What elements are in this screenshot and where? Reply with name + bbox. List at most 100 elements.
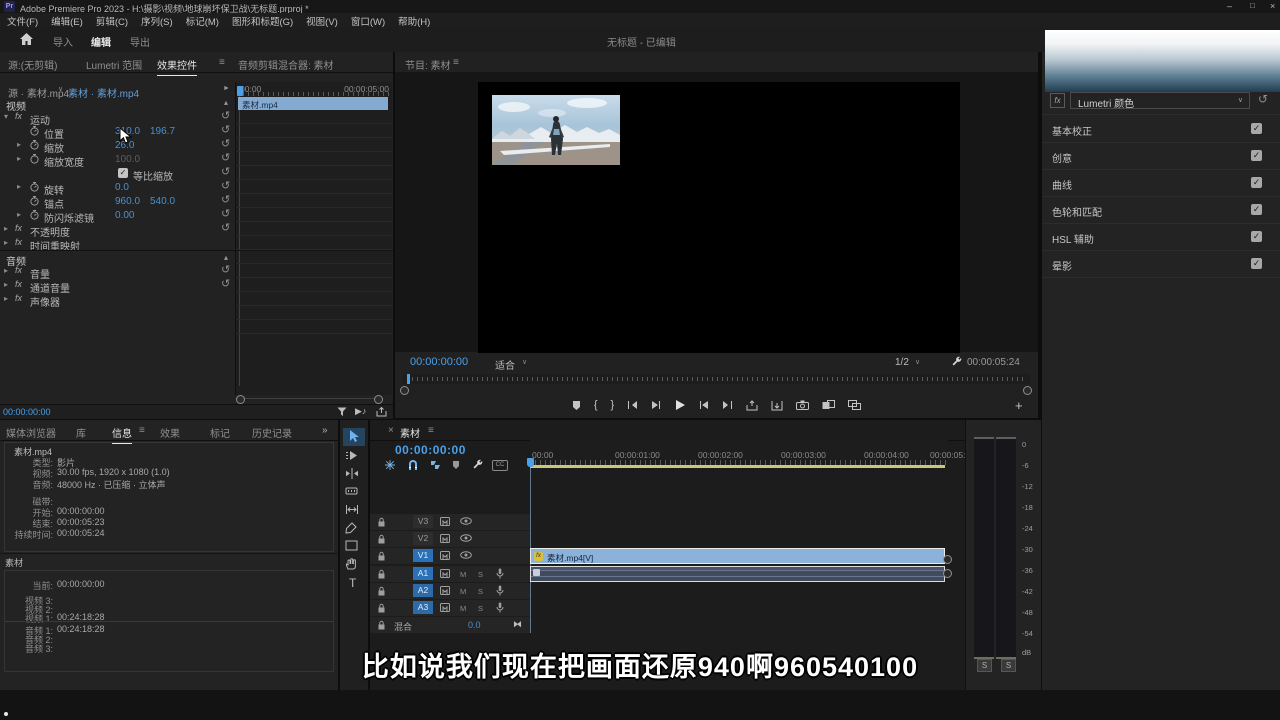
tab-sequence[interactable]: 素材: [400, 425, 420, 440]
reset-icon[interactable]: ↺: [221, 139, 230, 149]
section-audio[interactable]: 音频 ▴: [0, 250, 393, 265]
panel-menu-icon[interactable]: ≡: [453, 57, 459, 68]
reset-icon[interactable]: ↺: [221, 223, 230, 233]
track-header-a2[interactable]: A2 M S: [370, 583, 530, 599]
position-y-value[interactable]: 196.7: [150, 126, 175, 137]
lock-icon[interactable]: [377, 517, 386, 527]
comparison-view-icon[interactable]: [822, 400, 835, 410]
track-name-cell[interactable]: A1: [413, 567, 433, 580]
track-name-cell[interactable]: A2: [413, 584, 433, 597]
param-uniform-scale[interactable]: ✓ 等比缩放 ↺: [0, 166, 234, 180]
track-name-cell[interactable]: A3: [413, 601, 433, 614]
ripple-edit-tool[interactable]: [345, 468, 363, 484]
go-to-out-icon[interactable]: [722, 400, 733, 410]
rectangle-tool[interactable]: [345, 540, 363, 556]
stopwatch-icon[interactable]: [30, 182, 39, 192]
reset-icon[interactable]: ↺: [221, 209, 230, 219]
expand-caret-icon[interactable]: ▾: [4, 112, 8, 121]
voiceover-mic-icon[interactable]: [496, 585, 504, 596]
mark-in-icon[interactable]: {: [594, 399, 598, 411]
stopwatch-icon[interactable]: [30, 196, 39, 206]
tab-effects[interactable]: 效果: [160, 425, 180, 440]
solo-button[interactable]: S: [478, 587, 483, 596]
minimize-button[interactable]: –: [1227, 1, 1232, 11]
solo-button[interactable]: S: [478, 570, 483, 579]
chevron-down-icon[interactable]: ∨: [58, 85, 63, 93]
sync-lock-icon[interactable]: [440, 534, 450, 543]
fit-dropdown[interactable]: 适合: [495, 357, 515, 372]
expand-caret-icon[interactable]: ▸: [4, 280, 8, 289]
track-visibility-eye-icon[interactable]: [460, 534, 472, 542]
track-header-a1[interactable]: A1 M S: [370, 566, 530, 582]
filter-icon[interactable]: [337, 407, 347, 417]
collapse-icon[interactable]: ▴: [224, 98, 228, 107]
lumetri-section-creative[interactable]: 创意 ✓: [1042, 142, 1280, 170]
lane-zoom-handle-left[interactable]: [236, 395, 245, 404]
reset-icon[interactable]: ↺: [221, 111, 230, 121]
lock-icon[interactable]: [377, 586, 386, 596]
lumetri-section-curves[interactable]: 曲线 ✓: [1042, 169, 1280, 197]
expand-caret-icon[interactable]: ▸: [17, 182, 21, 191]
rotation-value[interactable]: 0.0: [115, 182, 129, 193]
add-marker-icon[interactable]: [572, 400, 581, 411]
reset-icon[interactable]: ↺: [221, 195, 230, 205]
lumetri-section-hsl[interactable]: HSL 辅助 ✓: [1042, 223, 1280, 251]
close-button[interactable]: ×: [1270, 1, 1275, 11]
play-button[interactable]: [674, 399, 686, 411]
program-video-frame[interactable]: [478, 82, 960, 353]
maximize-button[interactable]: □: [1250, 1, 1255, 10]
audio-clip[interactable]: [530, 566, 945, 582]
uniform-scale-checkbox[interactable]: ✓: [118, 168, 128, 178]
track-select-forward-tool[interactable]: [345, 450, 363, 466]
lumetri-section-basic[interactable]: 基本校正 ✓: [1042, 115, 1280, 143]
reset-icon[interactable]: ↺: [221, 279, 230, 289]
mix-volume-value[interactable]: 0.0: [468, 620, 481, 630]
overflow-tabs-icon[interactable]: »: [322, 425, 328, 436]
lane-zoom-handle-right[interactable]: [374, 395, 383, 404]
mute-button[interactable]: M: [460, 570, 466, 579]
expand-caret-icon[interactable]: ▸: [4, 224, 8, 233]
tab-export[interactable]: 导出: [130, 34, 150, 49]
program-playhead[interactable]: [407, 374, 410, 384]
multicam-icon[interactable]: [848, 400, 861, 410]
solo-button[interactable]: S: [478, 604, 483, 613]
section-enabled-checkbox[interactable]: ✓: [1251, 258, 1262, 269]
type-tool[interactable]: T: [345, 576, 367, 592]
tab-media-browser[interactable]: 媒体浏览器: [6, 425, 56, 440]
settings-wrench-icon[interactable]: [951, 356, 962, 367]
mark-out-icon[interactable]: }: [611, 399, 615, 411]
add-marker-icon[interactable]: [452, 460, 460, 470]
tab-history[interactable]: 历史记录: [252, 425, 292, 440]
anchor-x-value[interactable]: 960.0: [115, 196, 140, 207]
lock-icon[interactable]: [377, 620, 386, 630]
track-header-mix[interactable]: 混合 0.0 ⧓: [370, 617, 530, 633]
snap-magnet-icon[interactable]: [408, 460, 418, 470]
track-header-v2[interactable]: V2: [370, 531, 530, 547]
track-name-cell[interactable]: V2: [413, 532, 433, 545]
lane-toggle-icon[interactable]: ►: [223, 85, 230, 92]
param-position[interactable]: 位置 310.0 196.7 ↺: [0, 124, 234, 138]
export-frame-camera-icon[interactable]: [796, 400, 809, 410]
sync-lock-icon[interactable]: [440, 551, 450, 560]
param-anchor[interactable]: 锚点 960.0 540.0 ↺: [0, 194, 234, 208]
panel-menu-icon[interactable]: ≡: [219, 57, 225, 68]
reset-icon[interactable]: ↺: [221, 181, 230, 191]
tab-audio-clip-mixer[interactable]: 音频剪辑混合器: 素材: [238, 57, 334, 72]
chevron-down-icon[interactable]: ∨: [915, 358, 920, 366]
home-icon[interactable]: [20, 33, 33, 45]
track-header-v1[interactable]: V1: [370, 548, 530, 564]
lane-zoom-track[interactable]: [240, 398, 378, 399]
sync-lock-icon[interactable]: [440, 517, 450, 526]
selection-tool[interactable]: [343, 428, 365, 446]
tab-libraries[interactable]: 库: [76, 425, 86, 440]
param-scale[interactable]: ▸ 缩放 26.0 ↺: [0, 138, 234, 152]
tab-markers[interactable]: 标记: [210, 425, 230, 440]
reset-icon[interactable]: ↺: [221, 167, 230, 177]
lock-icon[interactable]: [377, 534, 386, 544]
chevron-down-icon[interactable]: ∨: [522, 358, 527, 366]
tab-effect-controls[interactable]: 效果控件: [157, 57, 197, 76]
lock-icon[interactable]: [377, 603, 386, 613]
slip-tool[interactable]: [345, 504, 363, 520]
section-enabled-checkbox[interactable]: ✓: [1251, 123, 1262, 134]
param-antiflicker[interactable]: ▸ 防闪烁滤镜 0.00 ↺: [0, 208, 234, 222]
